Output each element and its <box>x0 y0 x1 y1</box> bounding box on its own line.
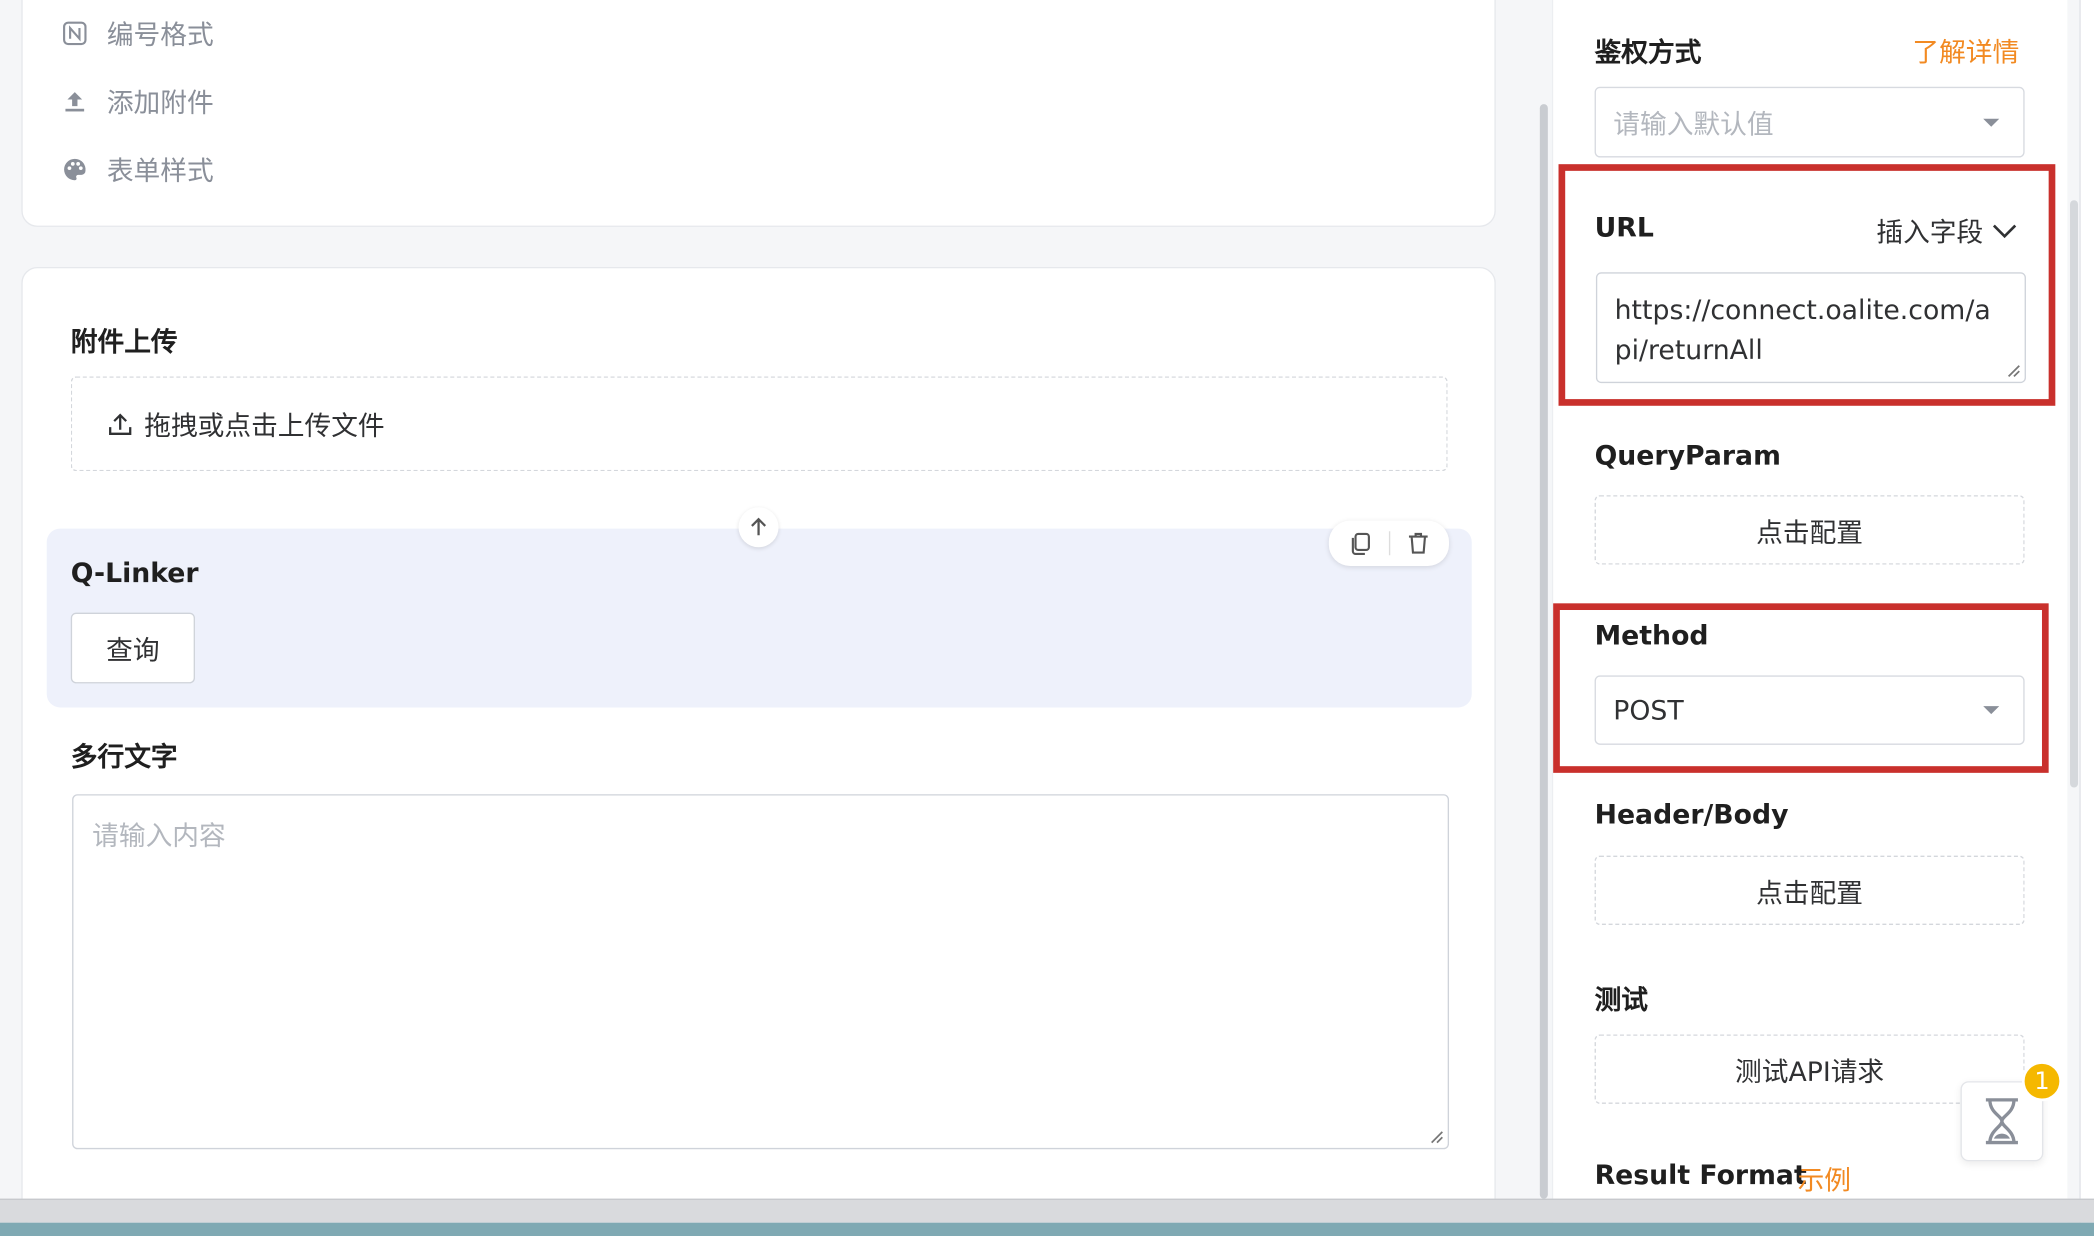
canvas-scrollbar[interactable] <box>1539 104 1548 1199</box>
number-format-icon <box>61 19 88 46</box>
menu-item-label: 添加附件 <box>106 86 214 119</box>
qlinker-field-title: Q-Linker <box>70 556 199 589</box>
multiline-field-title: 多行文字 <box>70 740 178 773</box>
upload-icon <box>61 87 88 114</box>
menu-item-label: 表单样式 <box>106 154 214 187</box>
upload-label: 拖拽或点击上传文件 <box>144 409 385 442</box>
header-body-config-button[interactable]: 点击配置 <box>1594 855 2025 926</box>
panel-scrollbar[interactable] <box>2070 200 2079 788</box>
auth-select[interactable]: 请输入默认值 <box>1594 86 2025 158</box>
test-title: 测试 <box>1594 983 1649 1016</box>
qlinker-field-block[interactable] <box>46 528 1472 708</box>
header-body-title: Header/Body <box>1594 798 1789 831</box>
menu-item-label: 编号格式 <box>106 18 214 51</box>
palette-icon <box>61 156 88 183</box>
upload-icon <box>107 410 134 437</box>
attachment-upload-area[interactable]: 拖拽或点击上传文件 <box>70 376 1448 472</box>
field-actions-toolbar <box>1328 520 1450 566</box>
notification-badge: 1 <box>2021 1061 2063 1102</box>
multiline-textarea[interactable]: 请输入内容 <box>72 794 1450 1150</box>
method-highlight-box <box>1553 603 2049 773</box>
bottom-bar <box>0 1198 2094 1223</box>
result-format-example-link[interactable]: 示例 <box>1798 1159 1851 1198</box>
query-param-config-button[interactable]: 点击配置 <box>1594 495 2025 565</box>
attachment-field-title: 附件上传 <box>70 325 178 358</box>
menu-item-number-format[interactable]: 编号格式 <box>61 13 214 52</box>
copy-icon[interactable] <box>1347 530 1374 557</box>
result-format-title: Result Format <box>1594 1158 1807 1191</box>
auth-learn-more-link[interactable]: 了解详情 <box>1912 31 2019 70</box>
chevron-down-icon <box>1983 118 2000 127</box>
auth-select-placeholder: 请输入默认值 <box>1613 108 1774 141</box>
trash-icon[interactable] <box>1404 530 1431 557</box>
auth-title: 鉴权方式 <box>1594 36 1702 69</box>
query-button[interactable]: 查询 <box>70 612 195 684</box>
toolbar-divider <box>1388 531 1390 556</box>
move-up-button[interactable] <box>738 507 779 548</box>
resize-handle-icon[interactable] <box>1428 1128 1444 1144</box>
background-window-edge <box>2079 0 2094 1236</box>
hourglass-icon <box>1979 1096 2024 1147</box>
arrow-up-icon <box>748 517 769 538</box>
menu-item-form-style[interactable]: 表单样式 <box>61 149 214 188</box>
bottom-accent-strip <box>0 1222 2094 1236</box>
textarea-placeholder: 请输入内容 <box>92 819 226 852</box>
menu-item-add-attachment[interactable]: 添加附件 <box>61 81 214 120</box>
url-highlight-box <box>1558 164 2056 406</box>
app-root: 编号格式 添加附件 表单样式 附件上传 拖拽或点击上传文件 Q-Linker 查… <box>0 0 2094 1236</box>
form-settings-card <box>21 0 1496 227</box>
query-param-title: QueryParam <box>1594 439 1781 472</box>
